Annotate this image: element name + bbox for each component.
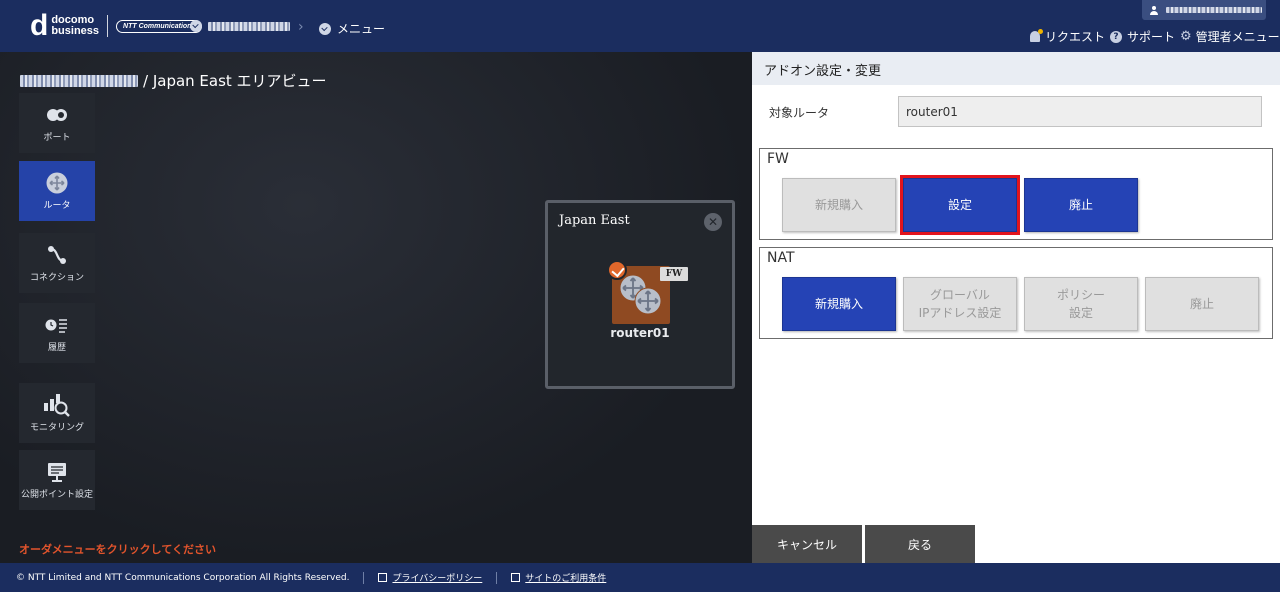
page-title: / Japan East エリアビュー [20, 70, 327, 91]
redacted-tenant-name [208, 21, 290, 31]
fw-group-title: FW [767, 151, 789, 167]
user-account-button[interactable] [1142, 0, 1266, 20]
check-circle-icon [190, 20, 202, 32]
sidebar-item-label: コネクション [29, 272, 84, 283]
router-label: router01 [610, 326, 670, 340]
external-link-icon [511, 573, 521, 582]
port-icon [46, 104, 68, 126]
nat-group-title: NAT [767, 250, 795, 266]
target-router-field: router01 [898, 96, 1262, 127]
nat-new-purchase-button[interactable]: 新規購入 [782, 277, 896, 331]
breadcrumb-menu-label: メニュー [337, 22, 386, 36]
redacted-user-name [1166, 7, 1262, 13]
chevron-right-icon: › [298, 19, 304, 35]
top-header: d docomo business NTT Communications › メ… [0, 0, 1280, 52]
breadcrumb-tenant[interactable] [190, 20, 290, 32]
user-icon [1150, 5, 1158, 15]
request-label: リクエスト [1045, 30, 1106, 44]
nat-abolish-button[interactable]: 廃止 [1145, 277, 1259, 331]
nat-group: NAT 新規購入 グローバル IPアドレス設定 ポリシー 設定 廃止 [759, 247, 1273, 339]
admin-menu-label: 管理者メニュー [1195, 30, 1280, 44]
selected-check-icon [607, 260, 627, 280]
sidebar-item-label: 履歴 [47, 342, 66, 353]
page-footer: © NTT Limited and NTT Communications Cor… [0, 563, 1280, 592]
copyright-text: © NTT Limited and NTT Communications Cor… [16, 572, 350, 583]
footer-divider [363, 571, 365, 584]
sidebar-item-label: ルータ [43, 200, 71, 211]
redacted-tenant-title [20, 75, 138, 87]
order-menu-hint: オーダメニューをクリックしてください [19, 543, 217, 556]
sidebar-item-label: ポート [43, 132, 71, 143]
cancel-button[interactable]: キャンセル [752, 525, 862, 563]
fw-group: FW 新規購入 設定 廃止 [759, 148, 1273, 240]
connection-icon [46, 244, 68, 266]
fw-abolish-button[interactable]: 廃止 [1024, 178, 1138, 232]
nat-policy-settings-button[interactable]: ポリシー 設定 [1024, 277, 1138, 331]
router-icon [46, 172, 68, 194]
help-icon: ? [1110, 30, 1122, 43]
area-card-japan-east[interactable]: Japan East ✕ FW router01 [545, 200, 735, 389]
support-link[interactable]: ? サポート [1110, 28, 1175, 45]
area-name: Japan East [559, 213, 630, 228]
support-label: サポート [1127, 30, 1176, 44]
sidebar-item-router[interactable]: ルータ [19, 161, 95, 221]
brand-mark: d [30, 9, 49, 42]
sidebar-item-label: モニタリング [29, 422, 84, 433]
fw-settings-button[interactable]: 設定 [900, 175, 1020, 235]
history-icon [45, 314, 69, 336]
sidebar-item-history[interactable]: 履歴 [19, 303, 95, 363]
external-link-icon [378, 573, 388, 582]
monitoring-icon [43, 393, 71, 417]
check-circle-icon [319, 22, 331, 35]
docomo-business-logo[interactable]: d docomo business NTT Communications [30, 9, 203, 42]
admin-menu-link[interactable]: ⚙ 管理者メニュー [1180, 28, 1280, 45]
sidebar-item-port[interactable]: ポート [19, 93, 95, 153]
target-router-label: 対象ルータ [769, 106, 830, 120]
bell-icon [1030, 29, 1043, 42]
brand-divider [107, 15, 109, 37]
sidebar-item-monitoring[interactable]: モニタリング [19, 383, 95, 443]
gear-icon: ⚙ [1180, 28, 1192, 44]
sidebar-item-label: 公開ポイント設定 [20, 489, 93, 500]
privacy-policy-link[interactable]: プライバシーポリシー [392, 571, 482, 584]
public-point-icon [46, 461, 68, 483]
breadcrumb-menu[interactable]: メニュー [319, 20, 385, 37]
sidebar-item-connection[interactable]: コネクション [19, 233, 95, 293]
fw-new-purchase-button[interactable]: 新規購入 [782, 178, 896, 232]
back-button[interactable]: 戻る [865, 525, 975, 563]
request-link[interactable]: リクエスト [1030, 28, 1105, 45]
addon-settings-panel: アドオン設定・変更 対象ルータ router01 FW 新規購入 設定 廃止 N… [752, 52, 1280, 563]
brand-wordmark: docomo business [51, 14, 100, 37]
sidebar-item-public-point[interactable]: 公開ポイント設定 [19, 450, 95, 510]
panel-title: アドオン設定・変更 [752, 52, 1280, 85]
footer-divider [496, 571, 498, 584]
terms-of-use-link[interactable]: サイトのご利用条件 [525, 571, 606, 584]
fw-badge: FW [660, 267, 688, 281]
nat-global-ip-settings-button[interactable]: グローバル IPアドレス設定 [903, 277, 1017, 331]
close-icon[interactable]: ✕ [704, 213, 722, 231]
